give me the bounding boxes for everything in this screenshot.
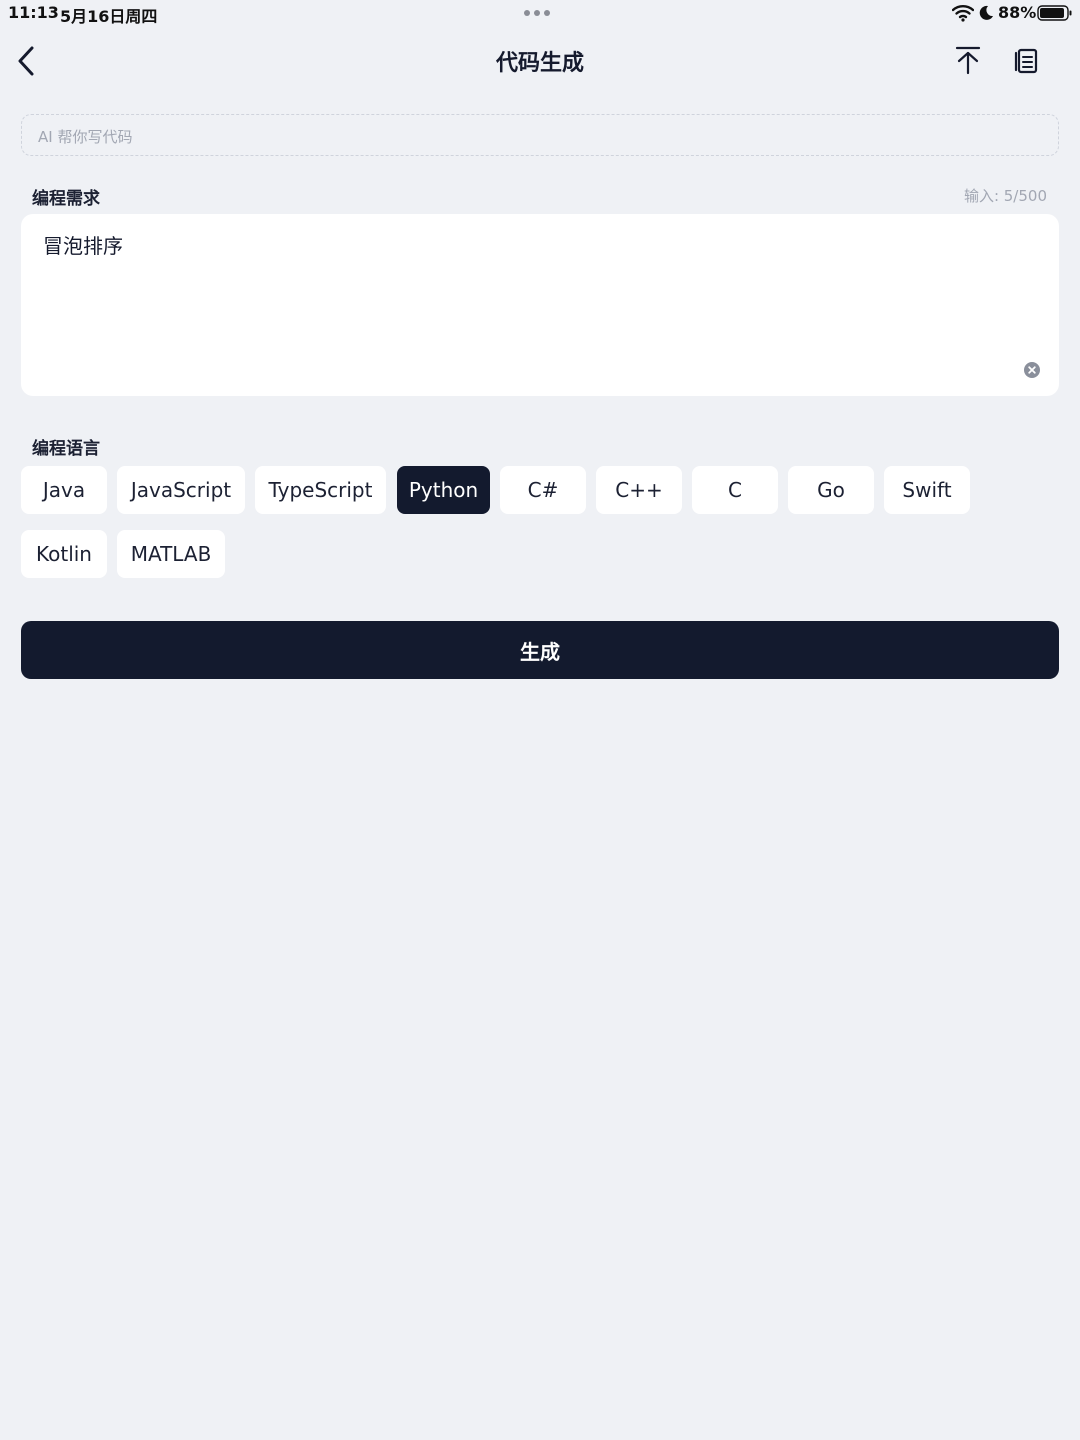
- language-chip-c[interactable]: C: [692, 466, 778, 514]
- ai-helper-banner[interactable]: AI 帮你写代码: [21, 114, 1059, 156]
- copy-icon[interactable]: [1010, 44, 1042, 76]
- scroll-top-icon[interactable]: [952, 44, 984, 76]
- char-count: 输入: 5/500: [963, 187, 1047, 205]
- language-label: 编程语言: [32, 439, 100, 459]
- requirement-textarea-container: 冒泡排序: [21, 214, 1059, 396]
- requirement-label: 编程需求: [32, 189, 100, 209]
- language-chip-swift[interactable]: Swift: [884, 466, 970, 514]
- clear-circle-icon[interactable]: [1024, 362, 1040, 378]
- language-chip-cpp[interactable]: C++: [596, 466, 682, 514]
- language-chip-csharp[interactable]: C#: [500, 466, 586, 514]
- code-generation-page: 11:13 5月16日周四 88% 代码生成 AI 帮你写代码 编程需求 输入:…: [0, 0, 1080, 1440]
- language-chip-kotlin[interactable]: Kotlin: [21, 530, 107, 578]
- status-time: 11:13: [8, 3, 59, 22]
- battery-icon: [1037, 5, 1072, 21]
- moon-icon: [979, 5, 993, 20]
- language-chip-javascript[interactable]: JavaScript: [117, 466, 245, 514]
- language-chip-typescript[interactable]: TypeScript: [255, 466, 386, 514]
- language-chip-java[interactable]: Java: [21, 466, 107, 514]
- language-chip-matlab[interactable]: MATLAB: [117, 530, 225, 578]
- language-chip-go[interactable]: Go: [788, 466, 874, 514]
- more-dots-icon[interactable]: [524, 10, 556, 18]
- wifi-icon: [952, 5, 974, 22]
- battery-percentage: 88%: [998, 3, 1037, 22]
- generate-button[interactable]: 生成: [21, 621, 1059, 679]
- requirement-input[interactable]: 冒泡排序: [21, 214, 1059, 396]
- page-title: 代码生成: [495, 51, 584, 76]
- language-chip-python[interactable]: Python: [397, 466, 490, 514]
- status-date: 5月16日周四: [60, 7, 158, 26]
- status-bar: 11:13 5月16日周四 88%: [0, 0, 1080, 28]
